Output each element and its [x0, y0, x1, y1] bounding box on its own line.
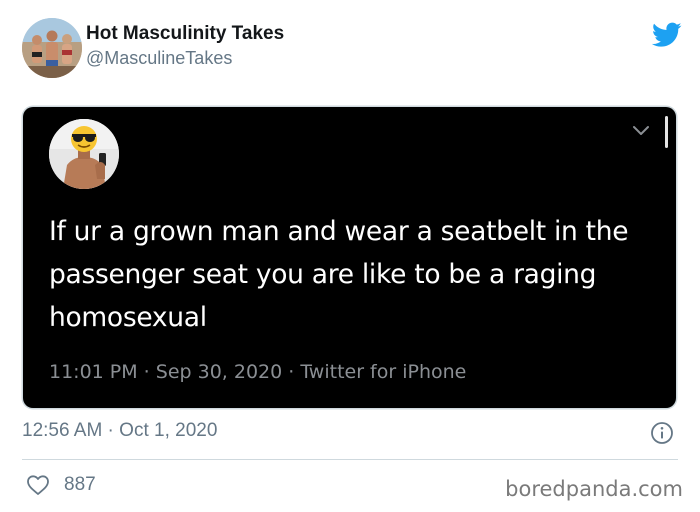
- author-handle[interactable]: @MasculineTakes: [86, 48, 232, 69]
- embedded-tweet-screenshot[interactable]: If ur a grown man and wear a seatbelt in…: [23, 107, 676, 408]
- twitter-bird-icon[interactable]: [652, 22, 682, 48]
- embedded-tweet-meta: 11:01 PM · Sep 30, 2020 · Twitter for iP…: [49, 361, 467, 383]
- info-icon[interactable]: [650, 421, 674, 445]
- author-avatar[interactable]: [22, 18, 82, 78]
- tweet-timestamp[interactable]: 12:56 AM · Oct 1, 2020: [22, 420, 217, 442]
- embedded-author-avatar: [49, 119, 119, 189]
- like-count[interactable]: 887: [64, 474, 96, 496]
- tweet-header: Hot Masculinity Takes @MasculineTakes: [22, 18, 682, 78]
- heart-icon[interactable]: [26, 474, 50, 496]
- embedded-tweet-text: If ur a grown man and wear a seatbelt in…: [49, 216, 629, 333]
- divider: [22, 459, 678, 460]
- author-name[interactable]: Hot Masculinity Takes: [86, 23, 284, 45]
- chevron-down-icon[interactable]: [632, 125, 650, 137]
- scrollbar: [665, 116, 668, 148]
- watermark: boredpanda.com: [505, 477, 683, 501]
